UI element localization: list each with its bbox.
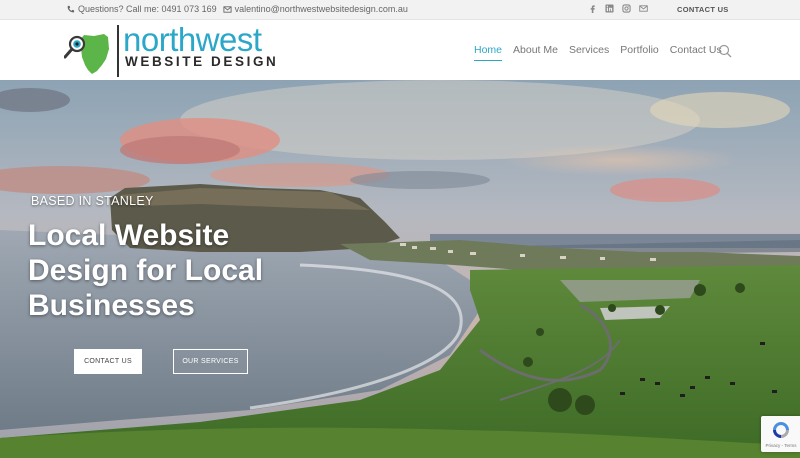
mail-icon[interactable] xyxy=(639,4,648,13)
nav-item-contact[interactable]: Contact Us xyxy=(670,44,722,61)
site-logo[interactable]: northwest WEBSITE DESIGN xyxy=(64,21,304,79)
recaptcha-privacy-text[interactable]: Privacy - Terms xyxy=(763,443,799,448)
instagram-icon[interactable] xyxy=(622,4,631,13)
recaptcha-badge[interactable]: Privacy - Terms xyxy=(761,416,800,452)
nav-item-services[interactable]: Services xyxy=(569,44,609,61)
hero-section: BASED IN STANLEY Local Website Design fo… xyxy=(0,80,800,458)
social-links xyxy=(588,4,648,13)
phone-icon xyxy=(67,5,75,12)
nav-item-about[interactable]: About Me xyxy=(513,44,558,61)
topbar-contact-us-link[interactable]: CONTACT US xyxy=(677,5,729,14)
site-header: northwest WEBSITE DESIGN Home About Me S… xyxy=(0,20,800,80)
hero-headline: Local Website Design for Local Businesse… xyxy=(28,219,264,322)
hero-eyebrow: BASED IN STANLEY xyxy=(31,194,154,208)
search-icon[interactable] xyxy=(718,44,732,58)
logo-divider xyxy=(117,25,119,77)
logo-subtitle: WEBSITE DESIGN xyxy=(125,54,279,69)
phone-text[interactable]: Questions? Call me: 0491 073 169 xyxy=(78,4,217,14)
contact-us-button[interactable]: CONTACT US xyxy=(74,349,142,374)
linkedin-icon[interactable] xyxy=(605,4,614,13)
nav-item-home[interactable]: Home xyxy=(474,44,503,61)
recaptcha-icon xyxy=(773,422,789,438)
email-link[interactable]: valentino@northwestwebsitedesign.com.au xyxy=(235,4,408,14)
facebook-icon[interactable] xyxy=(588,4,597,13)
tasmania-magnifier-icon xyxy=(64,34,109,74)
top-bar: Questions? Call me: 0491 073 169 valenti… xyxy=(0,0,800,20)
our-services-button[interactable]: OUR SERVICES xyxy=(173,349,248,374)
main-nav: Home About Me Services Portfolio Contact… xyxy=(474,44,722,61)
topbar-contact-info: Questions? Call me: 0491 073 169 valenti… xyxy=(66,4,408,14)
mail-icon xyxy=(223,5,232,13)
nav-item-portfolio[interactable]: Portfolio xyxy=(620,44,659,61)
